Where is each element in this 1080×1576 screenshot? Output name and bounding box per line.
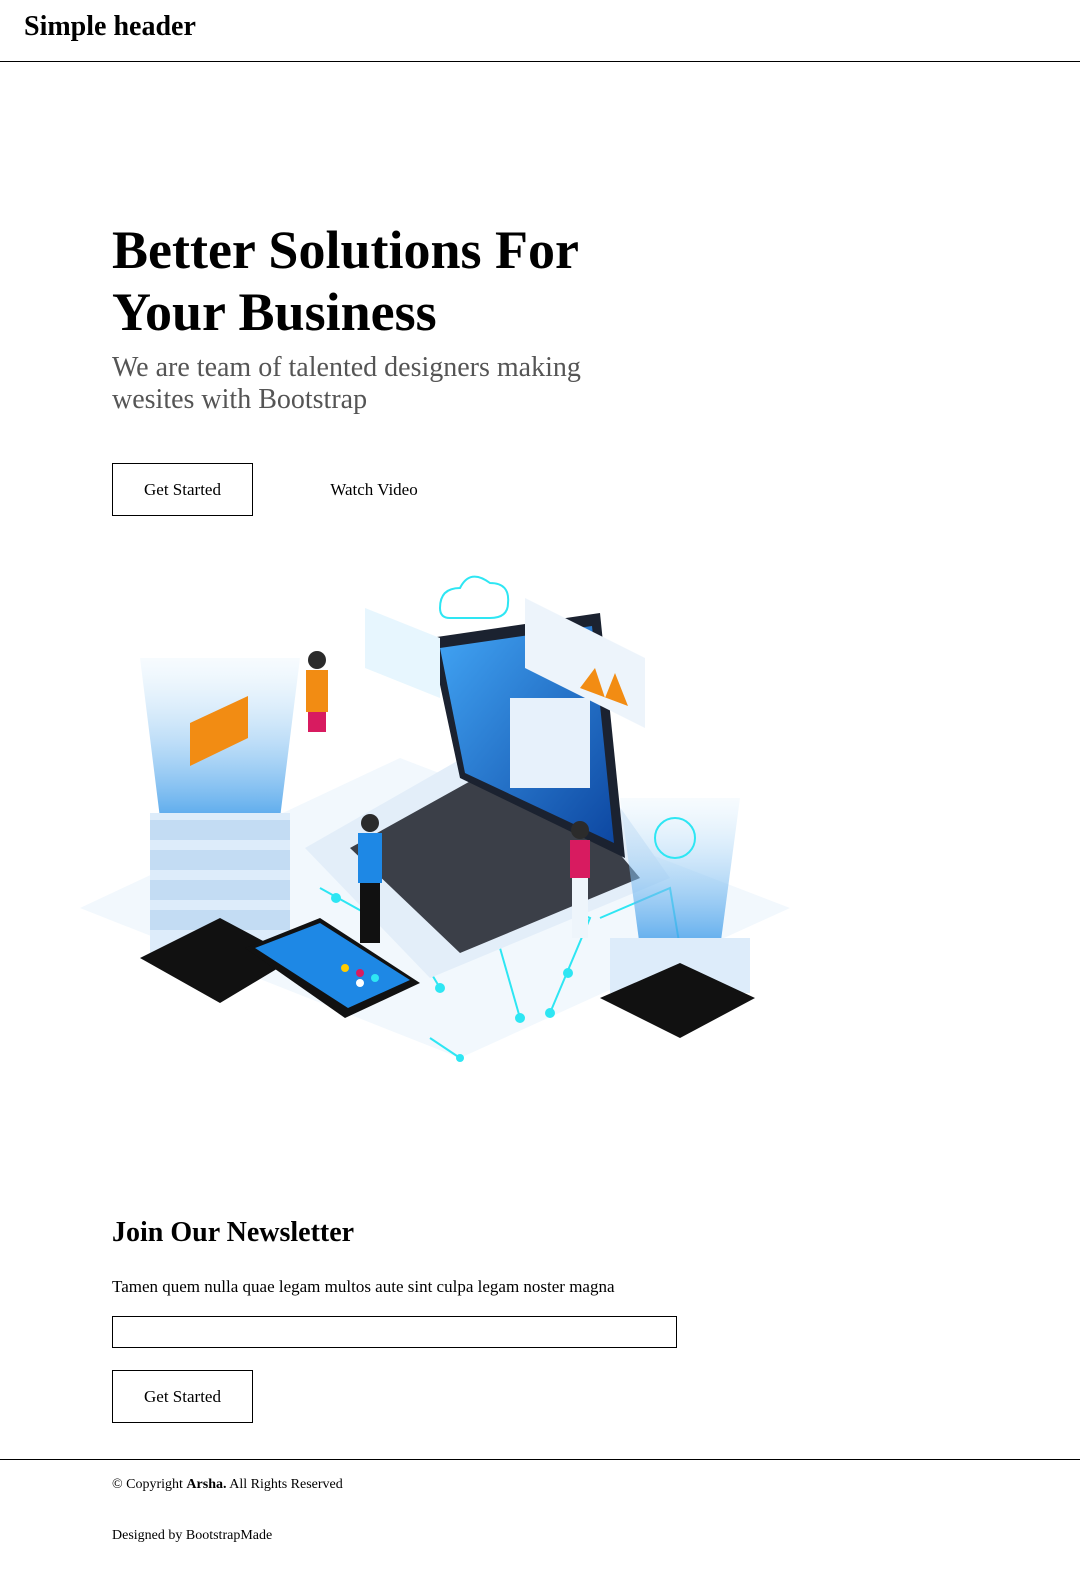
site-header: Simple header [0, 0, 1080, 62]
header-title: Simple header [24, 11, 196, 42]
site-footer: © Copyright Arsha. All Rights Reserved D… [0, 1459, 1080, 1576]
copyright: © Copyright Arsha. All Rights Reserved [112, 1476, 343, 1494]
get-started-button[interactable]: Get Started [112, 463, 253, 516]
newsletter-text: Tamen quem nulla quae legam multos aute … [112, 1277, 615, 1296]
copyright-prefix: © Copyright [112, 1477, 187, 1492]
newsletter-title: Join Our Newsletter [112, 1217, 355, 1248]
hero-title: Better Solutions For Your Business [112, 220, 578, 342]
watch-video-link[interactable]: Watch Video [312, 463, 436, 516]
person-man [358, 814, 382, 943]
hero-subtitle: We are team of talented designers making… [112, 352, 581, 415]
right-beam [620, 798, 740, 948]
cloud-icon [438, 575, 510, 619]
credits: Designed by BootstrapMade [112, 1528, 273, 1543]
card-shape [365, 608, 440, 698]
newsletter-submit-button[interactable]: Get Started [112, 1370, 253, 1423]
person-woman-top [306, 651, 328, 732]
right-server [600, 938, 755, 1038]
newsletter-email-input[interactable] [112, 1316, 677, 1348]
brand-name: Arsha. [186, 1477, 227, 1492]
copyright-suffix: All Rights Reserved [226, 1477, 343, 1492]
hero-illustration [80, 575, 790, 1062]
